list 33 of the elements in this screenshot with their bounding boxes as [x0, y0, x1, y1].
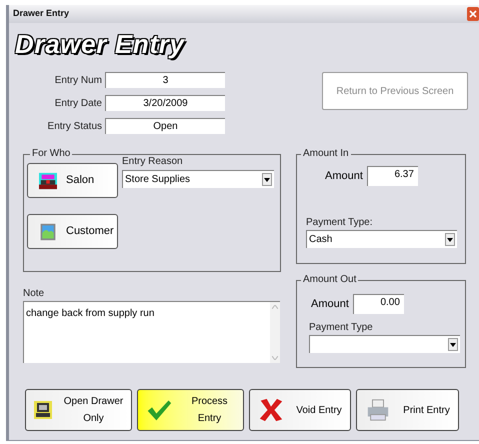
- input-field[interactable]: Open: [105, 118, 225, 134]
- for-who-button[interactable]: Salon: [27, 163, 118, 198]
- screen-heading: Drawer Entry: [15, 29, 185, 59]
- checkmark-icon: [146, 398, 172, 422]
- field-label: Payment Type:: [306, 216, 374, 230]
- for-who-button[interactable]: Customer: [27, 214, 118, 249]
- field-label: Amount: [325, 168, 364, 184]
- field-label: Amount: [311, 296, 350, 312]
- action-button[interactable]: Open Drawer Only: [25, 389, 132, 431]
- action-button[interactable]: Void Entry: [249, 389, 351, 431]
- field-label: Payment Type: [309, 321, 374, 335]
- close-icon[interactable]: [467, 7, 479, 21]
- field-label: Entry Num: [54, 74, 103, 88]
- field-label: Entry Date: [54, 96, 103, 110]
- dropdown[interactable]: [309, 335, 460, 353]
- register-icon: [38, 172, 58, 190]
- dropdown[interactable]: Store Supplies: [122, 170, 274, 188]
- computer-icon: [34, 401, 52, 419]
- dropdown[interactable]: Cash: [306, 230, 457, 248]
- input-field[interactable]: 3/20/2009: [105, 95, 225, 111]
- amount-field[interactable]: 0.00: [352, 294, 404, 314]
- amount-field[interactable]: 6.37: [366, 166, 418, 186]
- picture-frame-icon: [38, 222, 58, 240]
- x-mark-icon: [258, 398, 284, 422]
- input-field[interactable]: 3: [105, 72, 225, 88]
- window-title: Drawer Entry: [13, 7, 70, 20]
- field-label: Note: [23, 287, 46, 300]
- note-field[interactable]: change back from supply run: [23, 301, 280, 363]
- field-label: Entry Reason: [122, 155, 184, 169]
- field-label: Entry Status: [46, 120, 103, 134]
- action-button[interactable]: Print Entry: [356, 389, 459, 431]
- printer-icon: [365, 398, 391, 422]
- action-button[interactable]: Process Entry: [137, 389, 244, 431]
